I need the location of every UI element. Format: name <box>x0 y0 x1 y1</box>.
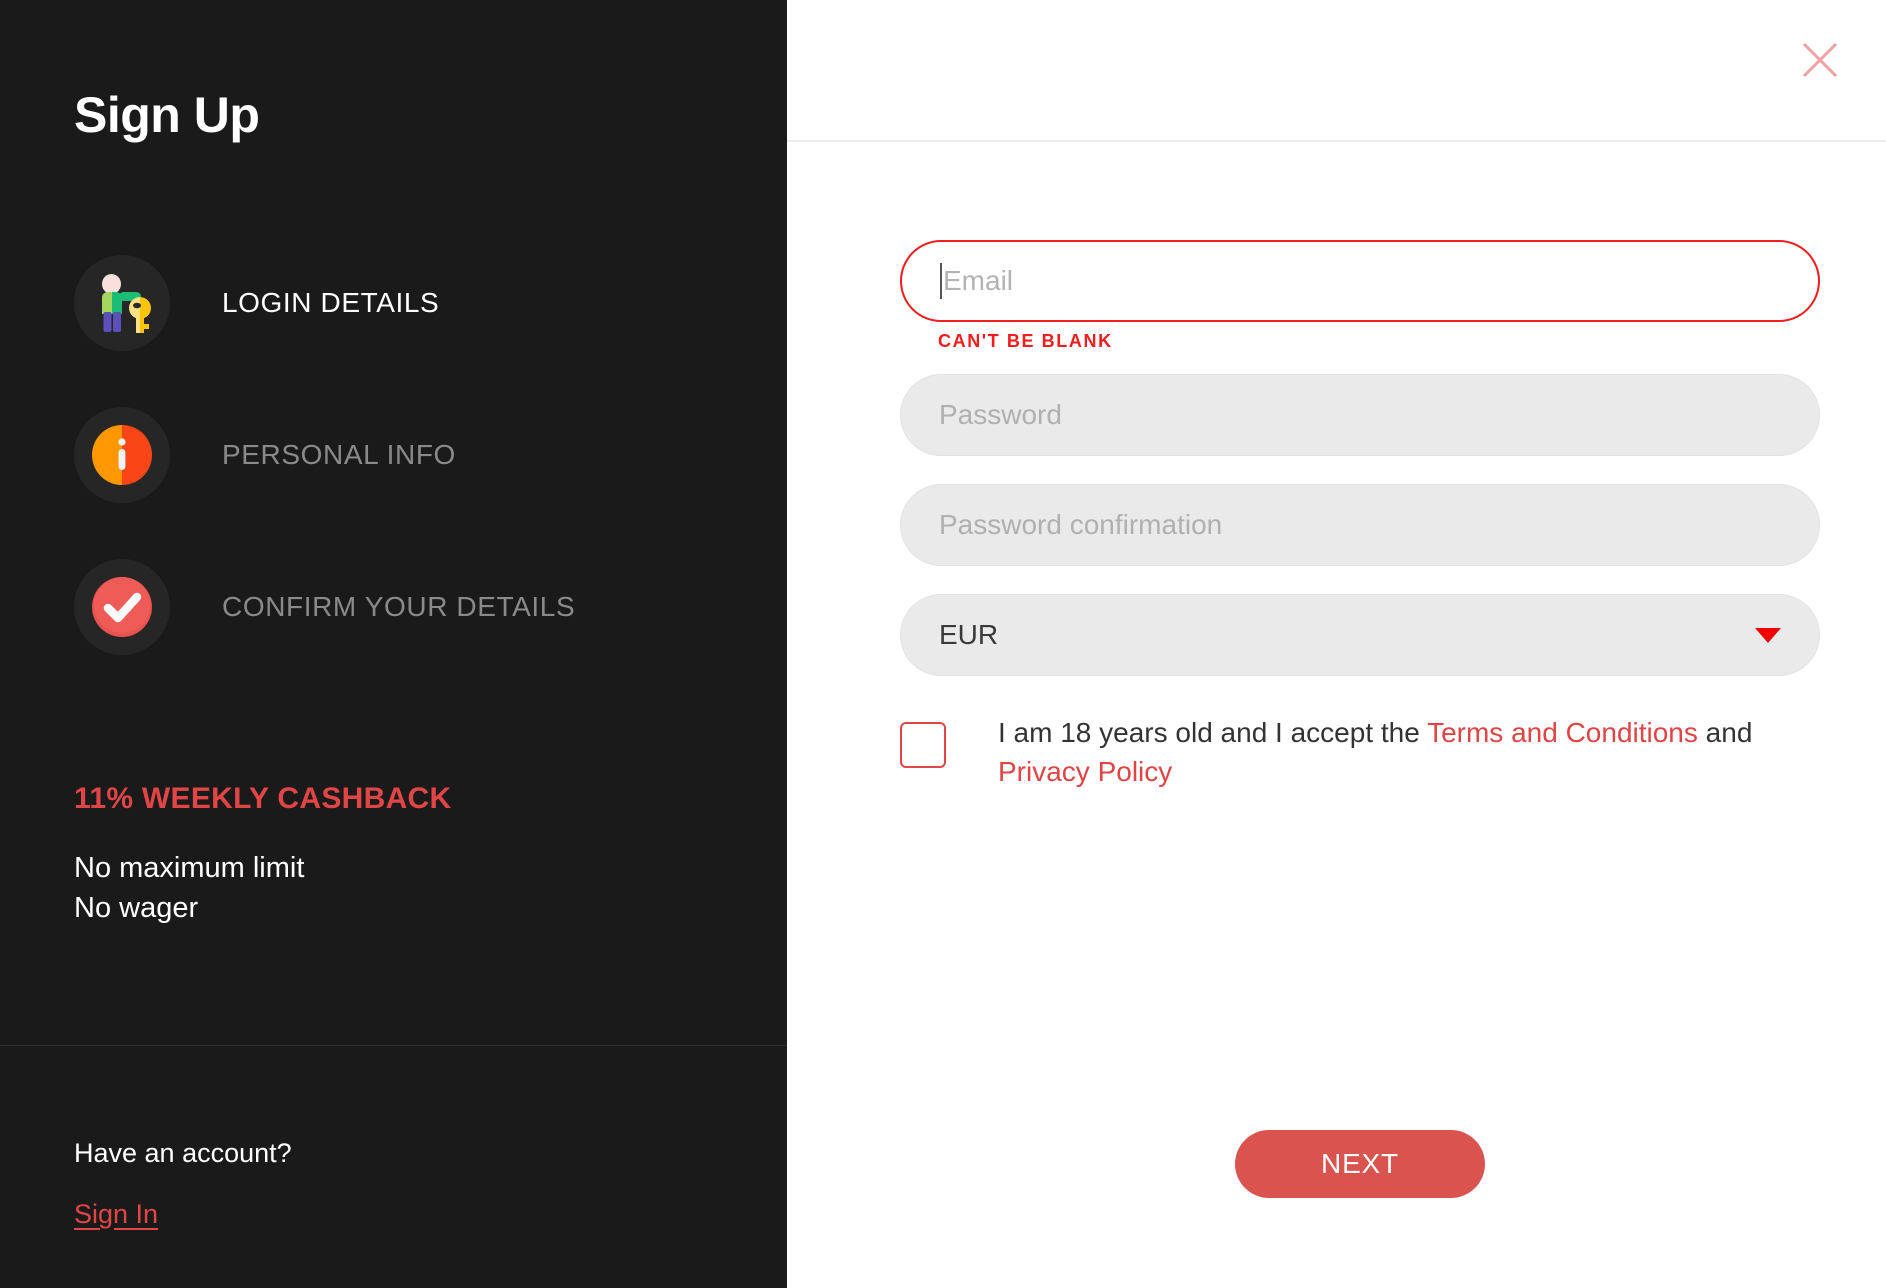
existing-account-block: Have an account? Sign In <box>74 1138 292 1230</box>
person-key-icon <box>102 274 151 333</box>
terms-and-conditions-link[interactable]: Terms and Conditions <box>1427 717 1698 748</box>
signup-sidebar: Sign Up LOGIN DETAILS PERSONAL INFO CONF… <box>0 0 787 1288</box>
email-placeholder: Email <box>943 265 1014 296</box>
have-account-label: Have an account? <box>74 1138 292 1168</box>
chevron-down-icon <box>1755 627 1781 643</box>
signup-modal: Sign Up LOGIN DETAILS PERSONAL INFO CONF… <box>0 0 1886 1288</box>
email-field-group: Email CAN'T BE BLANK <box>900 240 1820 352</box>
header-divider <box>787 140 1886 142</box>
promo-block: 11% WEEKLY CASHBACK No maximum limit No … <box>74 782 734 928</box>
currency-selected-value: EUR <box>939 619 999 650</box>
promo-line-1: No maximum limit <box>74 852 305 884</box>
password-placeholder: Password <box>939 399 1062 430</box>
step-icon-container <box>74 255 170 351</box>
terms-text-before: I am 18 years old and I accept the <box>998 717 1428 748</box>
signup-form: Email CAN'T BE BLANK Password Password c… <box>900 240 1820 791</box>
check-circle-icon <box>92 577 152 637</box>
sign-in-link[interactable]: Sign In <box>74 1199 158 1230</box>
terms-checkbox[interactable] <box>900 722 946 768</box>
promo-title: 11% WEEKLY CASHBACK <box>74 782 452 815</box>
sidebar-divider <box>0 1045 787 1046</box>
password-field-group: Password <box>900 374 1820 456</box>
terms-text-middle: and <box>1697 717 1753 748</box>
step-login-details[interactable]: LOGIN DETAILS <box>74 250 734 356</box>
next-button-container: NEXT <box>900 1130 1820 1198</box>
signup-form-panel: Email CAN'T BE BLANK Password Password c… <box>787 0 1886 1288</box>
step-label-personal-info: PERSONAL INFO <box>222 439 456 470</box>
step-icon-container <box>74 407 170 503</box>
currency-select[interactable]: EUR <box>900 594 1820 676</box>
text-caret <box>940 263 942 299</box>
step-label-confirm-details: CONFIRM YOUR DETAILS <box>222 591 576 622</box>
email-input[interactable]: Email <box>900 240 1820 322</box>
close-icon <box>1802 42 1838 78</box>
privacy-policy-link[interactable]: Privacy Policy <box>998 756 1172 787</box>
signup-steps: LOGIN DETAILS PERSONAL INFO CONFIRM YOUR… <box>74 250 734 706</box>
info-circle-icon <box>92 425 152 485</box>
page-title: Sign Up <box>74 87 260 143</box>
step-confirm-details[interactable]: CONFIRM YOUR DETAILS <box>74 554 734 660</box>
step-personal-info[interactable]: PERSONAL INFO <box>74 402 734 508</box>
password-confirmation-placeholder: Password confirmation <box>939 509 1223 540</box>
email-error-message: CAN'T BE BLANK <box>938 331 1113 351</box>
password-confirmation-field-group: Password confirmation <box>900 484 1820 566</box>
step-icon-container <box>74 559 170 655</box>
step-label-login-details: LOGIN DETAILS <box>222 287 440 318</box>
password-input[interactable]: Password <box>900 374 1820 456</box>
promo-line-2: No wager <box>74 892 199 925</box>
terms-row: I am 18 years old and I accept the Terms… <box>900 714 1820 791</box>
terms-text: I am 18 years old and I accept the Terms… <box>998 714 1808 791</box>
next-button[interactable]: NEXT <box>1235 1130 1485 1198</box>
password-confirmation-input[interactable]: Password confirmation <box>900 484 1820 566</box>
close-button[interactable] <box>1796 36 1844 84</box>
